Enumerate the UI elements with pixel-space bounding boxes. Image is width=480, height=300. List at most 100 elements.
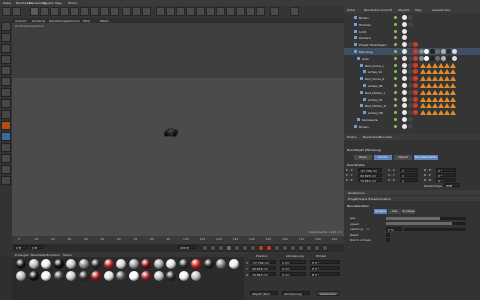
visibility-dot-icon[interactable] <box>394 63 397 67</box>
object-tag-icon[interactable] <box>407 76 413 82</box>
z-axis-icon[interactable] <box>100 7 109 16</box>
object-tag-icon[interactable] <box>407 123 413 129</box>
material-swatch[interactable] <box>228 259 239 269</box>
spline-pen-icon[interactable] <box>166 7 175 16</box>
material-swatch[interactable] <box>28 259 39 269</box>
angle-b-field[interactable]: B 0 ° <box>310 272 340 277</box>
om-menu-2[interactable]: Ansicht <box>381 8 392 12</box>
warning-tag-icon[interactable] <box>450 89 456 95</box>
uv-mode-icon[interactable] <box>1 88 11 97</box>
render-settings-icon[interactable] <box>142 7 151 16</box>
object-tag-icon[interactable] <box>435 49 440 54</box>
object-tag-icon[interactable] <box>429 49 435 54</box>
om-menu-5[interactable]: Lesezeichen <box>432 8 450 12</box>
warning-tag-icon[interactable] <box>450 110 456 116</box>
polygons-mode-icon[interactable] <box>1 77 11 86</box>
scale-field[interactable]: 1 <box>400 178 418 183</box>
object-tag-icon[interactable] <box>402 49 407 54</box>
viewport-menu-4[interactable]: Filter <box>83 19 90 23</box>
user-data-slider[interactable] <box>386 216 466 220</box>
object-tag-icon[interactable] <box>413 62 418 68</box>
end-frame-field[interactable]: 200 B <box>178 245 196 250</box>
user-data-checkbox[interactable] <box>386 238 390 242</box>
render-view-icon[interactable] <box>122 7 131 16</box>
material-swatch[interactable] <box>28 271 39 281</box>
object-tag-icon[interactable] <box>413 103 418 109</box>
quaternion-section[interactable]: Quaternion <box>344 190 480 195</box>
coord-size-mode-select[interactable]: Abmessung <box>282 291 310 296</box>
menu-item-3[interactable]: Objekte <box>42 1 54 5</box>
visibility-dot-icon[interactable] <box>394 29 397 33</box>
object-tag-icon[interactable] <box>402 89 407 95</box>
material-swatch[interactable] <box>153 259 164 269</box>
object-tag-icon[interactable] <box>413 69 418 75</box>
object-tag-icon[interactable] <box>402 28 407 34</box>
viewport[interactable]: Ansicht Kameras Darstellung Optionen Filter T… <box>12 18 344 236</box>
material-menu-2[interactable]: Funktion <box>47 253 60 257</box>
object-tag-icon[interactable] <box>413 49 418 54</box>
visibility-dot-icon[interactable] <box>394 84 397 87</box>
prev-frame-icon[interactable] <box>218 245 224 251</box>
object-tag-icon[interactable] <box>407 55 413 61</box>
object-tag-icon[interactable] <box>402 117 407 122</box>
object-tag-icon[interactable] <box>451 55 457 61</box>
magnet-icon[interactable] <box>246 7 255 16</box>
model-mode-icon[interactable] <box>1 22 11 31</box>
user-data-checkbox[interactable] <box>386 232 390 237</box>
warning-tag-icon[interactable] <box>450 83 456 88</box>
material-swatch[interactable] <box>166 271 176 281</box>
tab-benutzerdaten[interactable]: Benutzerdaten <box>414 155 438 160</box>
object-tag-icon[interactable] <box>402 83 407 88</box>
visibility-dot-icon[interactable] <box>394 111 397 115</box>
object-tag-icon[interactable] <box>402 96 407 102</box>
material-menu-3[interactable]: Textur <box>63 253 72 257</box>
object-tag-icon[interactable] <box>402 69 407 75</box>
visibility-dot-icon[interactable] <box>394 22 397 26</box>
cube-icon[interactable] <box>156 7 165 16</box>
view-grid-icon[interactable] <box>1 176 11 185</box>
array-icon[interactable] <box>186 7 195 16</box>
object-tag-icon[interactable] <box>407 21 413 27</box>
object-tag-icon[interactable] <box>407 49 413 54</box>
record-icon[interactable] <box>258 245 264 251</box>
workplane-icon[interactable] <box>256 7 265 16</box>
next-key-icon[interactable] <box>242 245 248 251</box>
visibility-dot-icon[interactable] <box>394 124 397 128</box>
om-menu-1[interactable]: Bearbeiten <box>364 8 380 12</box>
subdivision-icon[interactable] <box>176 7 185 16</box>
material-swatch[interactable] <box>216 259 226 269</box>
material-swatch[interactable] <box>141 259 151 269</box>
viewport-menu-5[interactable]: Tafeln <box>100 19 109 23</box>
object-tag-icon[interactable] <box>413 76 418 82</box>
edges-mode-icon[interactable] <box>1 66 11 75</box>
tweak-mode-icon[interactable] <box>1 110 11 119</box>
am-menu-0[interactable]: Modus <box>347 135 357 139</box>
redo-icon[interactable] <box>12 7 21 16</box>
pos-y-field[interactable]: 99.828 cm <box>250 266 276 271</box>
coord-field[interactable]: -37.749 cm <box>358 168 382 173</box>
snap-toggle-icon[interactable] <box>1 121 11 130</box>
object-tag-icon[interactable] <box>446 55 451 61</box>
current-frame-field[interactable]: 0 B <box>14 245 28 250</box>
render-picture-icon[interactable] <box>132 7 141 16</box>
scale-key-icon[interactable] <box>290 245 296 251</box>
material-swatch[interactable] <box>16 271 26 281</box>
material-swatch[interactable] <box>103 259 114 269</box>
visibility-dot-icon[interactable] <box>394 36 397 40</box>
material-swatch[interactable] <box>91 259 101 269</box>
material-swatch[interactable] <box>78 259 89 269</box>
object-tag-icon[interactable] <box>446 49 451 54</box>
play-icon[interactable] <box>226 245 232 251</box>
object-tag-icon[interactable] <box>402 15 407 20</box>
y-axis-icon[interactable] <box>90 7 99 16</box>
render-region-icon[interactable] <box>1 154 11 163</box>
material-swatch[interactable] <box>66 259 76 269</box>
object-tag-icon[interactable] <box>413 42 418 48</box>
rotation-field[interactable]: 0 ° <box>436 173 456 178</box>
material-menu-0[interactable]: Erzeugen <box>15 253 29 257</box>
scene-floor-icon[interactable] <box>206 7 215 16</box>
visibility-dot-icon[interactable] <box>394 43 397 47</box>
apply-button[interactable]: Anwenden <box>317 291 339 296</box>
object-row[interactable]: Boden <box>344 123 480 130</box>
object-tag-icon[interactable] <box>402 62 407 68</box>
